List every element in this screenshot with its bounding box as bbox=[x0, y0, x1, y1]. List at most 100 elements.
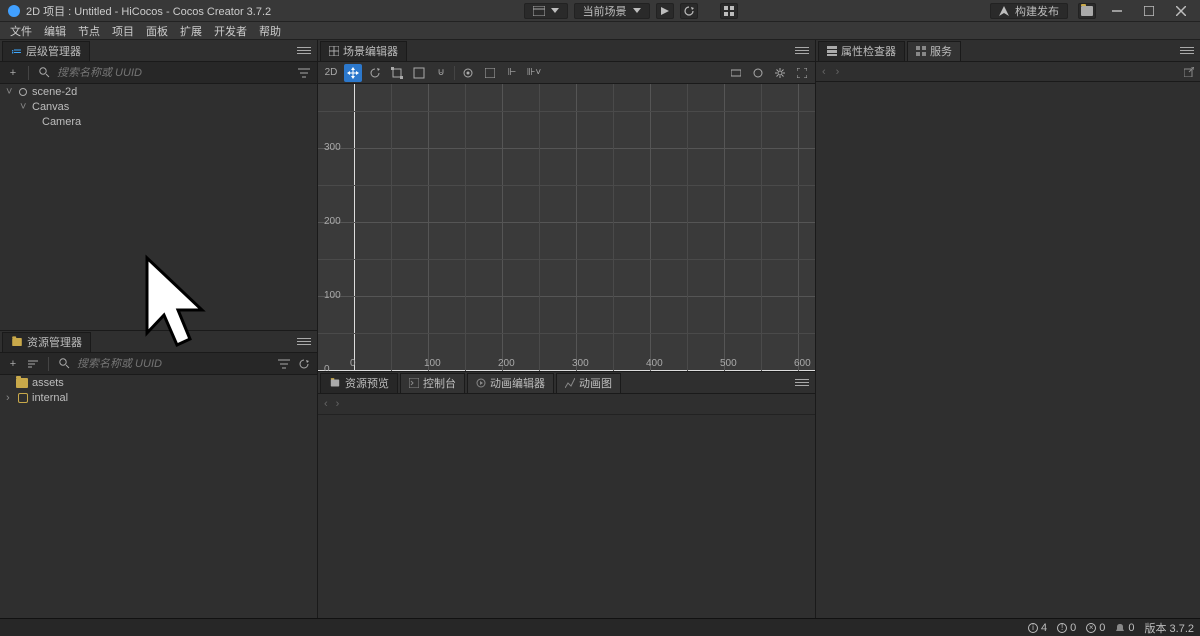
assets-search-input[interactable] bbox=[77, 358, 271, 370]
refresh-button[interactable] bbox=[680, 3, 698, 19]
menu-bar: 文件 编辑 节点 项目 面板 扩展 开发者 帮助 bbox=[0, 22, 1200, 40]
minimize-button[interactable] bbox=[1106, 3, 1128, 19]
nav-forward-button[interactable]: › bbox=[336, 398, 340, 410]
tab-hierarchy[interactable]: ≔ 层级管理器 bbox=[2, 41, 90, 61]
tree-item-scene[interactable]: ˅ scene-2d bbox=[0, 84, 317, 99]
filter-button[interactable] bbox=[297, 66, 311, 80]
menu-node[interactable]: 节点 bbox=[74, 23, 104, 39]
tab-services[interactable]: 服务 bbox=[907, 41, 961, 61]
status-info[interactable]: i 4 bbox=[1028, 622, 1047, 634]
y-tick-label: 300 bbox=[324, 142, 341, 153]
browser-icon bbox=[533, 6, 545, 16]
caret-down-icon[interactable]: ˅ bbox=[20, 101, 28, 113]
nav-back-button[interactable]: ‹ bbox=[822, 66, 826, 78]
version-label: 版本 3.7.2 bbox=[1144, 620, 1194, 636]
x-tick-label: 300 bbox=[572, 358, 589, 369]
close-button[interactable] bbox=[1170, 3, 1192, 19]
caret-down-icon[interactable]: ˅ bbox=[6, 86, 14, 98]
local-world-button[interactable] bbox=[481, 64, 499, 82]
folder-icon bbox=[1081, 6, 1093, 16]
graph-icon bbox=[565, 378, 575, 388]
menu-help[interactable]: 帮助 bbox=[255, 23, 285, 39]
tab-anim-graph[interactable]: 动画图 bbox=[556, 373, 621, 393]
hierarchy-tabrow: ≔ 层级管理器 bbox=[0, 40, 317, 62]
play-button[interactable] bbox=[656, 3, 674, 19]
pop-out-button[interactable] bbox=[1184, 67, 1194, 77]
scene-tabrow: 场景编辑器 bbox=[318, 40, 815, 62]
tree-item-internal[interactable]: › internal bbox=[0, 390, 317, 405]
chevron-down-icon bbox=[551, 8, 559, 13]
scene-dropdown-label: 当前场景 bbox=[583, 3, 627, 19]
hierarchy-tree[interactable]: ˅ scene-2d ˅ Canvas Camera bbox=[0, 84, 317, 330]
status-notif[interactable]: 0 bbox=[1115, 622, 1134, 634]
add-node-button[interactable]: + bbox=[6, 66, 20, 80]
grid-button[interactable] bbox=[720, 3, 738, 19]
services-icon bbox=[916, 46, 926, 56]
tree-item-label: assets bbox=[32, 377, 64, 389]
snap-button[interactable]: ⊩ bbox=[503, 64, 521, 82]
inspector-body bbox=[816, 82, 1200, 618]
status-error[interactable]: × 0 bbox=[1086, 622, 1105, 634]
tab-assets[interactable]: 资源管理器 bbox=[2, 332, 91, 352]
tab-label: 动画编辑器 bbox=[490, 375, 545, 391]
increment-button[interactable]: ⊪˅ bbox=[525, 64, 543, 82]
rect-tool-button[interactable] bbox=[410, 64, 428, 82]
tree-item-camera[interactable]: Camera bbox=[0, 114, 317, 129]
scale-tool-button[interactable] bbox=[388, 64, 406, 82]
gizmo-button[interactable] bbox=[749, 64, 767, 82]
tree-item-assets[interactable]: assets bbox=[0, 375, 317, 390]
menu-panel[interactable]: 面板 bbox=[142, 23, 172, 39]
menu-edit[interactable]: 编辑 bbox=[40, 23, 70, 39]
menu-dev[interactable]: 开发者 bbox=[210, 23, 251, 39]
nav-back-button[interactable]: ‹ bbox=[324, 398, 328, 410]
settings-button[interactable] bbox=[771, 64, 789, 82]
rotate-tool-button[interactable] bbox=[366, 64, 384, 82]
align-button[interactable] bbox=[727, 64, 745, 82]
mode-2d-button[interactable]: 2D bbox=[322, 64, 340, 82]
move-icon bbox=[347, 67, 359, 79]
panel-menu-button[interactable] bbox=[297, 44, 311, 58]
pivot-button[interactable] bbox=[459, 64, 477, 82]
scene-viewport[interactable]: 01002003004005006003002001000 bbox=[318, 84, 815, 371]
menu-ext[interactable]: 扩展 bbox=[176, 23, 206, 39]
refresh-assets-button[interactable] bbox=[297, 357, 311, 371]
status-version[interactable]: 版本 3.7.2 bbox=[1144, 620, 1194, 636]
warn-count: 0 bbox=[1070, 622, 1076, 634]
panel-menu-button[interactable] bbox=[1180, 44, 1194, 58]
tab-anim-editor[interactable]: 动画编辑器 bbox=[467, 373, 554, 393]
scene-dropdown[interactable]: 当前场景 bbox=[574, 3, 650, 19]
open-project-button[interactable] bbox=[1078, 3, 1096, 19]
tab-scene-editor[interactable]: 场景编辑器 bbox=[320, 41, 407, 61]
warning-icon: ! bbox=[1057, 623, 1067, 633]
sort-button[interactable] bbox=[26, 357, 40, 371]
add-asset-button[interactable]: + bbox=[6, 357, 20, 371]
filter-button[interactable] bbox=[277, 357, 291, 371]
tab-asset-preview[interactable]: 资源预览 bbox=[320, 373, 398, 393]
tab-inspector[interactable]: 属性检查器 bbox=[818, 41, 905, 61]
panel-menu-button[interactable] bbox=[795, 44, 809, 58]
caret-right-icon[interactable]: › bbox=[6, 392, 14, 404]
maximize-button[interactable] bbox=[1138, 3, 1160, 19]
tree-item-canvas[interactable]: ˅ Canvas bbox=[0, 99, 317, 114]
assets-tree[interactable]: assets › internal bbox=[0, 375, 317, 618]
build-button[interactable]: 构建发布 bbox=[990, 3, 1068, 19]
move-tool-button[interactable] bbox=[344, 64, 362, 82]
database-icon bbox=[18, 393, 28, 403]
menu-file[interactable]: 文件 bbox=[6, 23, 36, 39]
nav-forward-button[interactable]: › bbox=[836, 66, 840, 78]
tab-scene-label: 场景编辑器 bbox=[343, 43, 398, 59]
x-tick-label: 100 bbox=[424, 358, 441, 369]
tab-console[interactable]: 控制台 bbox=[400, 373, 465, 393]
hierarchy-search-input[interactable] bbox=[57, 67, 291, 79]
send-icon bbox=[999, 6, 1009, 16]
status-warn[interactable]: ! 0 bbox=[1057, 622, 1076, 634]
menu-project[interactable]: 项目 bbox=[108, 23, 138, 39]
panel-menu-button[interactable] bbox=[297, 335, 311, 349]
assets-toolbar: + bbox=[0, 353, 317, 375]
anchor-tool-button[interactable]: ⊍ bbox=[432, 64, 450, 82]
preview-target-dropdown[interactable] bbox=[524, 3, 568, 19]
x-tick-label: 400 bbox=[646, 358, 663, 369]
fullscreen-button[interactable] bbox=[793, 64, 811, 82]
y-axis bbox=[354, 84, 355, 371]
panel-menu-button[interactable] bbox=[795, 376, 809, 390]
